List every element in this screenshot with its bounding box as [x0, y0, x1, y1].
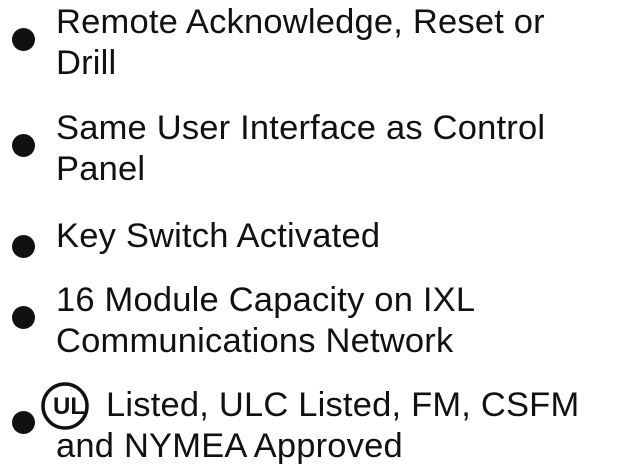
feature-text-continued: and NYMEA Approved	[56, 426, 626, 467]
feature-line: Same User Interface as Control	[56, 109, 546, 147]
feature-line: Key Switch Activated	[56, 217, 381, 255]
feature-line: Drill	[56, 44, 117, 82]
feature-line: and NYMEA Approved	[56, 427, 403, 465]
ul-listed-logo-icon: UL	[41, 382, 89, 430]
feature-line: Remote Acknowledge, Reset or	[56, 3, 545, 41]
feature-text: Key Switch Activated	[56, 216, 626, 257]
feature-line: 16 Module Capacity on IXL	[56, 281, 476, 319]
bullet-icon	[12, 134, 35, 157]
feature-line: Panel	[56, 150, 146, 188]
bullet-icon	[12, 235, 35, 258]
feature-line: Communications Network	[56, 322, 454, 360]
bullet-icon	[12, 28, 35, 51]
feature-text: Same User Interface as Control Panel	[56, 108, 626, 190]
ul-logo-text: UL	[53, 393, 85, 420]
feature-text: 16 Module Capacity on IXL Communications…	[56, 280, 626, 362]
feature-text: Listed, ULC Listed, FM, CSFM	[106, 385, 636, 426]
feature-line: Listed, ULC Listed, FM, CSFM	[106, 386, 580, 424]
bullet-icon	[12, 411, 35, 434]
feature-text: Remote Acknowledge, Reset or Drill	[56, 2, 626, 84]
bullet-icon	[12, 306, 35, 329]
